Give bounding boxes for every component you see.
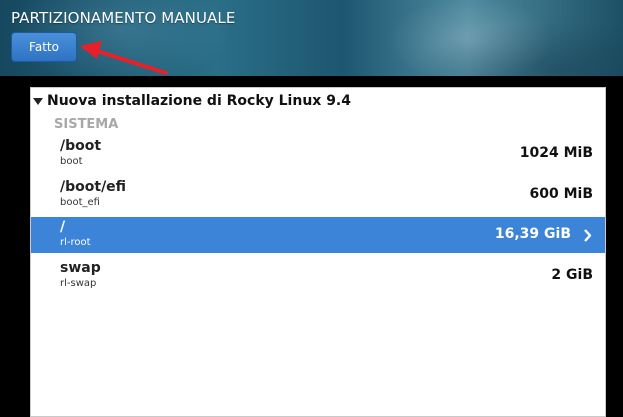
partition-mount: /boot	[60, 138, 102, 154]
partition-row-swap[interactable]: swap rl-swap 2 GiB	[31, 258, 605, 294]
partition-size: 1024 MiB	[519, 145, 593, 161]
header-banner: PARTIZIONAMENTO MANUALE Fatto	[0, 0, 623, 76]
chevron-right-icon	[584, 229, 592, 242]
partition-size: 600 MiB	[529, 186, 594, 202]
partition-device: boot_efi	[60, 197, 100, 208]
partition-size: 2 GiB	[551, 267, 593, 283]
partition-mount: /boot/efi	[60, 179, 127, 195]
partition-list-panel: Nuova installazione di Rocky Linux 9.4 S…	[30, 87, 606, 417]
section-label-system: SISTEMA	[54, 117, 119, 132]
page-title: PARTIZIONAMENTO MANUALE	[11, 9, 236, 27]
partition-size: 16,39 GiB	[494, 226, 571, 242]
partition-device: rl-swap	[60, 278, 97, 289]
partition-row-root[interactable]: / rl-root 16,39 GiB	[31, 217, 605, 253]
partition-row-boot[interactable]: /boot boot 1024 MiB	[31, 136, 605, 172]
partition-device: rl-root	[60, 237, 91, 248]
partition-row-boot-efi[interactable]: /boot/efi boot_efi 600 MiB	[31, 177, 605, 213]
done-button[interactable]: Fatto	[11, 32, 77, 62]
installation-header[interactable]: Nuova installazione di Rocky Linux 9.4	[33, 91, 351, 111]
partition-device: boot	[60, 156, 83, 167]
partition-mount: /	[60, 219, 66, 235]
installation-title: Nuova installazione di Rocky Linux 9.4	[47, 93, 351, 109]
red-arrow-icon	[80, 41, 168, 75]
triangle-down-icon[interactable]	[33, 97, 43, 105]
partition-mount: swap	[60, 260, 101, 276]
